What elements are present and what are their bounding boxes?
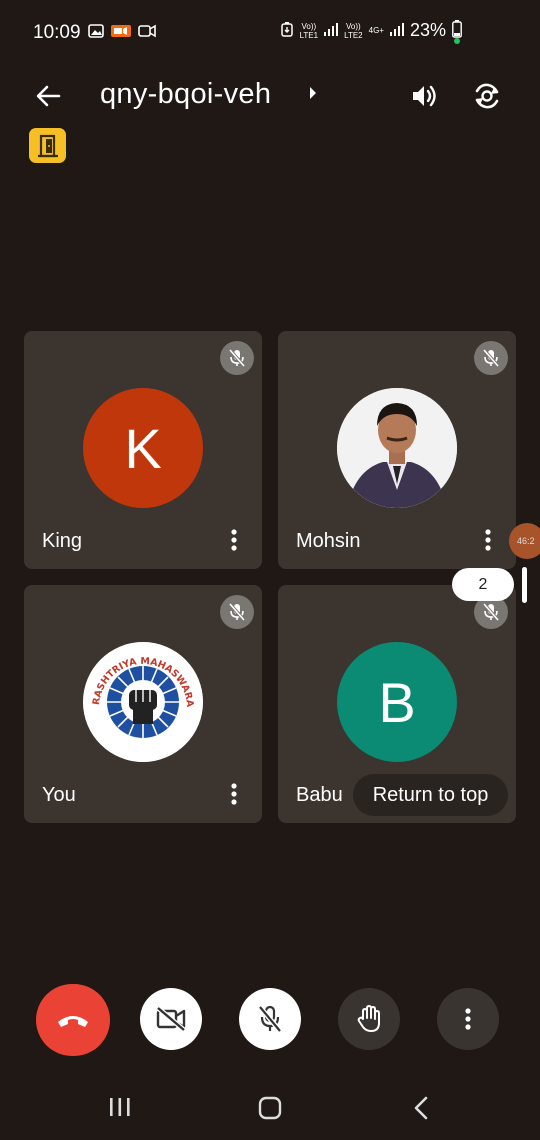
sim1-label: Vo)) LTE1 bbox=[299, 21, 319, 40]
battery-percent: 23% bbox=[409, 20, 446, 40]
participant-name: Babu bbox=[296, 784, 343, 806]
call-end-icon bbox=[58, 1016, 88, 1027]
recent-apps-icon[interactable] bbox=[107, 1096, 133, 1123]
status-notification-icons bbox=[88, 24, 156, 43]
more-options-button[interactable] bbox=[437, 988, 499, 1050]
data-saver-icon bbox=[280, 21, 294, 40]
party-logo: RASHTRIYA MAHASWARAJ BHUMI PARTY bbox=[83, 642, 203, 762]
participant-tile-king[interactable]: K King bbox=[24, 331, 262, 569]
status-system-icons: Vo)) LTE1 Vo)) LTE2 4G+ 23% bbox=[280, 20, 462, 41]
video-call-icon bbox=[138, 24, 156, 43]
flip-camera-icon bbox=[475, 83, 499, 109]
avatar-photo bbox=[337, 388, 457, 508]
mic-muted-icon bbox=[474, 341, 508, 375]
scrollbar-thumb[interactable] bbox=[522, 567, 527, 603]
participant-name: Mohsin bbox=[296, 530, 361, 552]
more-vert-icon bbox=[465, 1008, 471, 1030]
speaker-button[interactable] bbox=[404, 76, 444, 116]
switch-camera-button[interactable] bbox=[467, 76, 507, 116]
mic-muted-icon bbox=[220, 341, 254, 375]
privacy-indicator-dot bbox=[454, 38, 460, 44]
signal-strength-2-icon bbox=[389, 22, 404, 39]
recording-camera-icon bbox=[111, 24, 131, 43]
signal-strength-1-icon bbox=[324, 22, 339, 39]
return-to-top-button[interactable]: Return to top bbox=[353, 774, 508, 816]
participant-name: You bbox=[42, 784, 76, 806]
avatar-letter: K bbox=[124, 416, 162, 480]
gallery-icon bbox=[88, 24, 104, 43]
call-controls bbox=[0, 984, 540, 1056]
more-vert-icon[interactable] bbox=[222, 781, 246, 807]
avatar: K bbox=[83, 388, 203, 508]
sim2-label: Vo)) LTE2 bbox=[344, 21, 363, 40]
avatar-letter: B bbox=[378, 670, 416, 734]
camera-toggle-button[interactable] bbox=[140, 988, 202, 1050]
status-time: 10:09 bbox=[33, 22, 81, 43]
mic-muted-icon bbox=[220, 595, 254, 629]
arrow-back-icon bbox=[36, 85, 61, 107]
end-call-button[interactable] bbox=[36, 984, 110, 1056]
side-timer-badge[interactable]: 46:2 bbox=[509, 523, 540, 559]
participant-name: King bbox=[42, 530, 83, 552]
network-type: 4G+ bbox=[368, 26, 384, 35]
meeting-code[interactable]: qny-bqoi-veh bbox=[100, 78, 271, 111]
home-icon[interactable] bbox=[257, 1096, 283, 1125]
camera-off-icon bbox=[156, 1006, 186, 1032]
avatar: B bbox=[337, 642, 457, 762]
more-vert-icon[interactable] bbox=[476, 527, 500, 553]
page-indicator: 2 bbox=[452, 568, 514, 601]
mic-toggle-button[interactable] bbox=[239, 988, 301, 1050]
participant-tile-mohsin[interactable]: Mohsin bbox=[278, 331, 516, 569]
status-bar: 10:09 Vo)) LTE1 Vo)) LTE2 4G+ 23% bbox=[0, 0, 540, 66]
back-button[interactable] bbox=[30, 78, 66, 114]
volume-icon bbox=[413, 85, 436, 107]
caret-right-icon[interactable] bbox=[308, 86, 318, 105]
system-nav-bar bbox=[0, 1080, 540, 1140]
door-icon[interactable] bbox=[29, 128, 66, 163]
raise-hand-button[interactable] bbox=[338, 988, 400, 1050]
nav-back-icon[interactable] bbox=[411, 1096, 431, 1125]
hand-icon bbox=[357, 1005, 380, 1032]
meeting-header: qny-bqoi-veh bbox=[0, 66, 540, 126]
participant-tile-you[interactable]: RASHTRIYA MAHASWARAJ BHUMI PARTY You bbox=[24, 585, 262, 823]
mic-off-icon bbox=[258, 1005, 282, 1033]
more-vert-icon[interactable] bbox=[222, 527, 246, 553]
